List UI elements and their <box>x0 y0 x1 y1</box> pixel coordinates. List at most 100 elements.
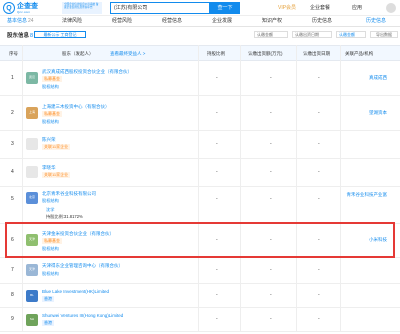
section-title-text: 股东信息 <box>7 33 30 39</box>
row-index: 7 <box>11 267 14 273</box>
related-product-link[interactable]: 真成成西 <box>369 75 387 81</box>
amount-value: - <box>270 292 272 298</box>
logo-cn: 企查查 <box>17 2 38 10</box>
logo-en: Qcc.com <box>17 9 31 14</box>
amount-value: - <box>270 316 272 322</box>
ratio-value: - <box>216 110 218 116</box>
holder-tag[interactable]: 关联11家企业 <box>42 144 71 150</box>
person-avatar <box>26 166 38 178</box>
holder-name-link[interactable]: 武汉真成成西股权投资合伙企业（有限合伙） <box>42 69 132 75</box>
row-index: 2 <box>11 110 14 116</box>
column-divider <box>340 45 341 332</box>
related-product-link[interactable]: 望湖资本 <box>369 110 387 116</box>
logo-text: 企查查 Qcc.com <box>17 3 38 14</box>
tab-legal-risk[interactable]: 法律风险 <box>62 17 82 26</box>
date-value: - <box>318 196 320 202</box>
company-logo: 天津 <box>26 264 38 276</box>
amount-value: - <box>270 110 272 116</box>
section-header: 股东信息8 最新公示 工商登记 认缴金额 认缴出资日期 认缴金额 导出数据 <box>0 30 400 40</box>
row-index: 9 <box>11 316 14 322</box>
filter-date-select[interactable]: 认缴出资日期 <box>292 31 332 38</box>
tab-operation-info[interactable]: 经营信息 <box>162 17 182 26</box>
company-logo: 上海 <box>26 107 38 119</box>
date-value: - <box>318 292 320 298</box>
sub-holder-name[interactable]: 沈学 <box>46 207 54 213</box>
holder-tag: 私募基金 <box>42 76 62 82</box>
amount-value: - <box>270 75 272 81</box>
equity-structure-link[interactable]: 股权结构 <box>42 271 59 277</box>
tab-label: 基本信息 <box>7 18 28 24</box>
filter-amount-select[interactable]: 认缴金额 <box>254 31 288 38</box>
tab-basic-info[interactable]: 基本信息24 <box>7 17 34 26</box>
ratio-value: - <box>216 169 218 175</box>
tab-badge: 24 <box>28 18 34 24</box>
th-beneficiary-link[interactable]: 查看最终受益人 > <box>110 51 145 57</box>
tab-development[interactable]: 企业发展 <box>212 17 232 26</box>
vip-link[interactable]: VIP会员 <box>278 4 296 11</box>
ratio-value: - <box>216 267 218 273</box>
ratio-value: - <box>216 316 218 322</box>
search-button[interactable]: 查一下 <box>210 2 240 14</box>
th-date: 认缴出资日期 <box>303 51 330 56</box>
ratio-value: - <box>216 75 218 81</box>
tab-ip[interactable]: 知识产权 <box>262 17 282 26</box>
tab-history[interactable]: 历史信息 <box>312 17 332 26</box>
amount-value: - <box>270 196 272 202</box>
highlight-box <box>5 222 395 258</box>
date-value: - <box>318 75 320 81</box>
related-product-link[interactable]: 青禾谷业科技产业富 <box>345 192 388 198</box>
sub-holder-ratio: 持股比例:31.8172% <box>46 214 83 219</box>
section-source-tag[interactable]: 最新公示 工商登记 <box>34 31 86 38</box>
row-index: 3 <box>11 141 14 147</box>
row-index: 1 <box>11 75 14 81</box>
column-divider <box>240 45 241 332</box>
tab-bar: 基本信息24 法律风险 经营风险 经营信息 企业发展 知识产权 历史信息 历史信… <box>0 17 400 27</box>
company-logo: BL <box>26 290 38 302</box>
th-index: 序号 <box>9 51 18 56</box>
th-ratio: 持股比例 <box>207 51 225 56</box>
company-logo: 武汉 <box>26 72 38 84</box>
holder-tag[interactable]: 关联11家企业 <box>42 172 71 178</box>
export-button[interactable]: 导出数据 <box>370 31 398 38</box>
amount-value: - <box>270 267 272 273</box>
row-index: 4 <box>11 169 14 175</box>
row-index: 8 <box>11 292 14 298</box>
enterprise-link[interactable]: 企业套餐 <box>310 4 330 11</box>
th-amount: 认缴出资额(万元) <box>248 51 283 56</box>
holder-name-link[interactable]: 陈兴荣 <box>42 137 56 143</box>
section-count: 8 <box>30 33 34 39</box>
search-input[interactable]: (江苏)有限公司 <box>110 2 210 14</box>
tab-operation-risk[interactable]: 经营风险 <box>112 17 132 26</box>
holder-name-link[interactable]: Blue Lake Investment(HK)Limited <box>42 289 109 294</box>
logo-icon: Q <box>3 2 15 14</box>
amount-value: - <box>270 169 272 175</box>
th-holder: 股东（发起人） <box>62 51 94 56</box>
top-bar: Q 企查查 Qcc.com 全国企业信用信息公示系统 备案企业信用信息查询平台 … <box>0 0 400 16</box>
holder-name-link[interactable]: 天津得东企业管理咨询中心（有限合伙） <box>42 263 123 269</box>
ratio-value: - <box>216 292 218 298</box>
date-value: - <box>318 169 320 175</box>
filter-amount-select-2[interactable]: 认缴金额 <box>336 31 366 38</box>
equity-structure-link[interactable]: 股权结构 <box>42 84 59 90</box>
equity-structure-link[interactable]: 股权结构 <box>42 198 59 204</box>
holder-name-link[interactable]: 上海建三木投资中心（有限合伙） <box>42 104 110 110</box>
company-logo: 北京 <box>26 192 38 204</box>
holder-name-link[interactable]: 李晓华 <box>42 165 56 171</box>
promo-banner[interactable]: 全国企业信用信息公示系统 备案企业信用信息查询平台 <box>62 2 102 14</box>
holder-name-link[interactable]: 北京青禾谷业科技有限公司 <box>42 191 96 197</box>
equity-structure-link[interactable]: 股权结构 <box>42 119 59 125</box>
row-index: 5 <box>11 196 14 202</box>
company-logo: SH <box>26 314 38 326</box>
user-avatar[interactable] <box>386 3 396 13</box>
column-divider <box>198 45 199 332</box>
person-avatar <box>26 138 38 150</box>
date-value: - <box>318 267 320 273</box>
section-title: 股东信息8 <box>7 31 33 39</box>
tab-history-2[interactable]: 历史信息 <box>366 17 386 26</box>
ratio-value: - <box>216 141 218 147</box>
th-product: 关联产品/机构 <box>345 51 374 56</box>
date-value: - <box>318 141 320 147</box>
app-link[interactable]: 应用 <box>352 4 362 11</box>
holder-name-link[interactable]: Shunwei Ventures III(Hong Kong)Limited <box>42 313 123 318</box>
logo[interactable]: Q 企查查 Qcc.com <box>3 2 38 14</box>
